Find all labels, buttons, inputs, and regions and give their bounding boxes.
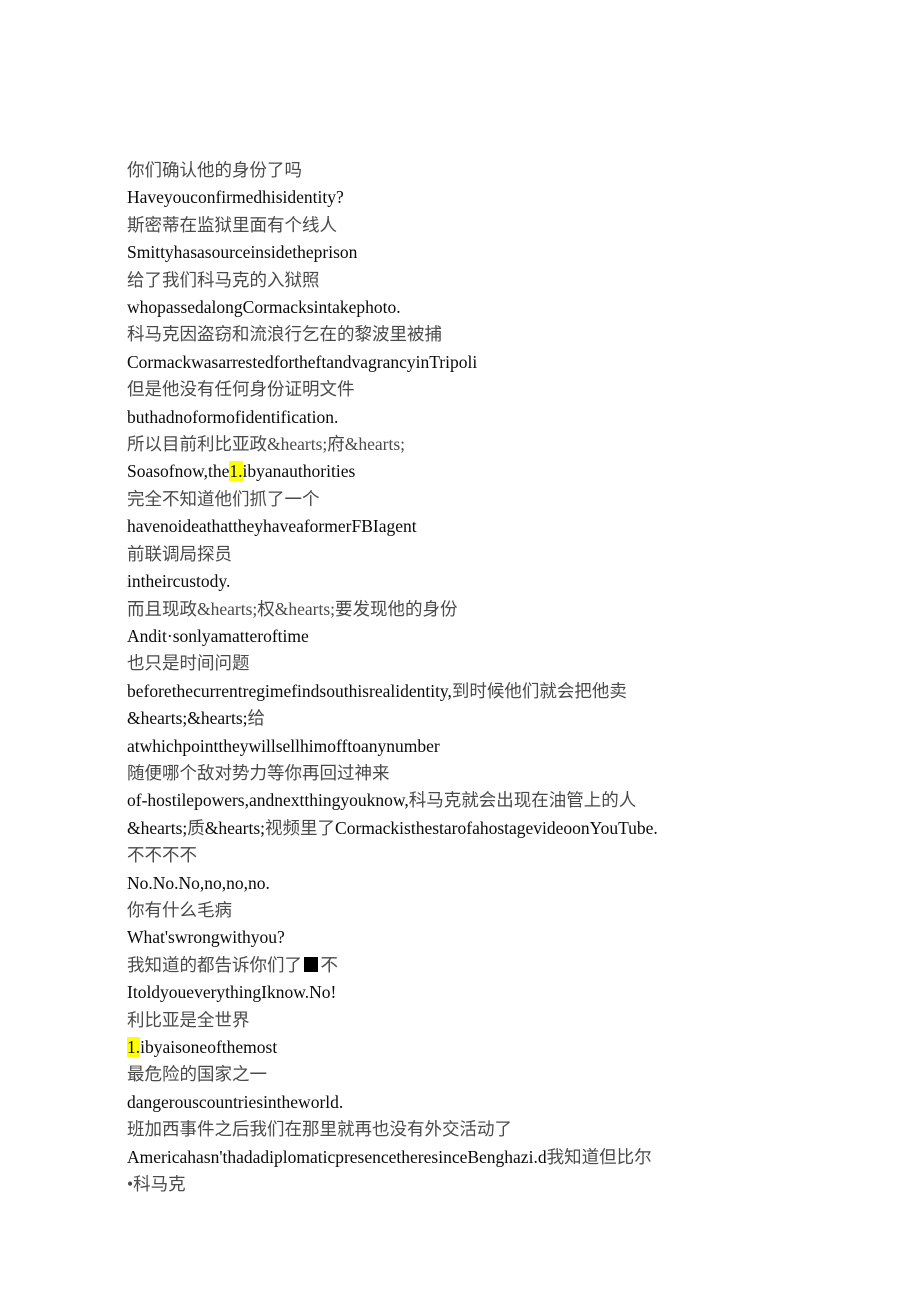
- english-run: CormackisthestarofahostagevideoonYouTube…: [335, 817, 658, 838]
- missing-glyph-box: [304, 957, 319, 972]
- transcript-line: Haveyouconfirmedhisidentity?: [127, 187, 344, 208]
- english-run: &hearts;: [204, 817, 266, 838]
- english-run: &hearts;: [127, 817, 188, 838]
- transcript-line: 而且现政&hearts;权&hearts;要发现他的身份: [127, 598, 458, 619]
- transcript-line: 班加西事件之后我们在那里就再也没有外交活动了: [127, 1119, 512, 1140]
- chinese-run: 给: [247, 708, 266, 729]
- english-run: beforethecurrentregimefindsouthisrealide…: [127, 680, 452, 701]
- text-run: ibyanauthorities: [242, 461, 356, 482]
- transcript-line: 但是他没有任何身份证明文件: [127, 379, 355, 400]
- transcript-line: Andit·sonlyamatteroftime: [127, 625, 309, 646]
- transcript-line: •科马克: [127, 1174, 186, 1195]
- chinese-run: 质: [187, 817, 205, 838]
- transcript-line: 给了我们科马克的入狱照: [127, 269, 320, 290]
- transcript-line: 完全不知道他们抓了一个: [127, 488, 320, 509]
- highlighted-text: 1.: [229, 461, 243, 482]
- chinese-run: 到时候他们就会把他卖: [451, 680, 627, 701]
- transcript-line: 你有什么毛病: [127, 899, 232, 920]
- highlighted-text: 1.: [127, 1037, 141, 1057]
- text-run: ibyaisoneofthemost: [140, 1037, 278, 1057]
- transcript-line: 1.ibyaisoneofthemost: [127, 1034, 667, 1061]
- document-page: 你们确认他的身份了吗 Haveyouconfirmedhisidentity? 斯密…: [0, 0, 920, 1301]
- transcript-line: buthadnoformofidentification.: [127, 406, 339, 427]
- transcript-line: 随便哪个敌对势力等你再回过神来: [127, 762, 390, 783]
- chinese-run: 我知道但比尔: [546, 1146, 652, 1167]
- transcript-line: ItoldyoueverythingIknow.No!: [127, 982, 337, 1003]
- transcript-line: Soasofnow,the1.ibyanauthorities: [127, 458, 667, 485]
- transcript-line: What'swrongwithyou?: [127, 927, 285, 948]
- transcript-line: 利比亚是全世界: [127, 1009, 250, 1030]
- transcript-line: whopassedalongCormacksintakephoto.: [127, 297, 401, 318]
- transcript-line: 斯密蒂在监狱里面有个线人: [127, 214, 337, 235]
- transcript-line: 所以目前利比亚政&hearts;府&hearts;: [127, 434, 406, 455]
- chinese-run: 视频里了: [265, 817, 336, 838]
- transcript-line: beforethecurrentregimefindsouthisrealide…: [127, 678, 667, 705]
- transcript-line: of-hostilepowers,andnextthingyouknow,科马克…: [127, 787, 667, 814]
- english-run: of-hostilepowers,andnextthingyouknow,: [127, 790, 409, 811]
- chinese-run: 科马克就会出现在油管上的人: [408, 790, 637, 811]
- text-run: Soasofnow,the: [127, 461, 230, 482]
- english-run: &hearts;&hearts;: [127, 708, 248, 729]
- text-run: 不: [320, 954, 339, 975]
- transcript-line: 也只是时间问题: [127, 653, 250, 674]
- transcript-line: Smittyhasasourceinsidetheprison: [127, 242, 358, 263]
- transcript-body: 你们确认他的身份了吗 Haveyouconfirmedhisidentity? 斯密…: [127, 157, 667, 1198]
- transcript-line: &hearts;质&hearts;视频里了Cormackisthestarofa…: [127, 815, 667, 842]
- transcript-line: &hearts;&hearts;给: [127, 705, 667, 732]
- transcript-line: havenoideathattheyhaveaformerFBIagent: [127, 516, 417, 537]
- text-run: 我知道的都告诉你们了: [127, 954, 302, 975]
- transcript-line: Americahasn'thadadiplomaticpresencethere…: [127, 1144, 667, 1171]
- transcript-line: 前联调局探员: [127, 543, 232, 564]
- english-run: Americahasn'thadadiplomaticpresencethere…: [127, 1146, 547, 1167]
- transcript-line: intheircustody.: [127, 571, 231, 592]
- transcript-line: atwhichpointtheywillsellhimofftoanynumbe…: [127, 735, 440, 756]
- transcript-line: 不不不不: [127, 845, 197, 866]
- transcript-line: dangerouscountriesintheworld.: [127, 1091, 344, 1112]
- transcript-line: 科马克因盗窃和流浪行乞在的黎波里被捕: [127, 324, 442, 345]
- transcript-line: No.No.No,no,no,no.: [127, 872, 270, 893]
- transcript-line: 你们确认他的身份了吗: [127, 160, 302, 180]
- transcript-line: 我知道的都告诉你们了不: [127, 952, 667, 979]
- transcript-line: 最危险的国家之一: [127, 1064, 267, 1085]
- transcript-line: CormackwasarrestedfortheftandvagrancyinT…: [127, 351, 478, 372]
